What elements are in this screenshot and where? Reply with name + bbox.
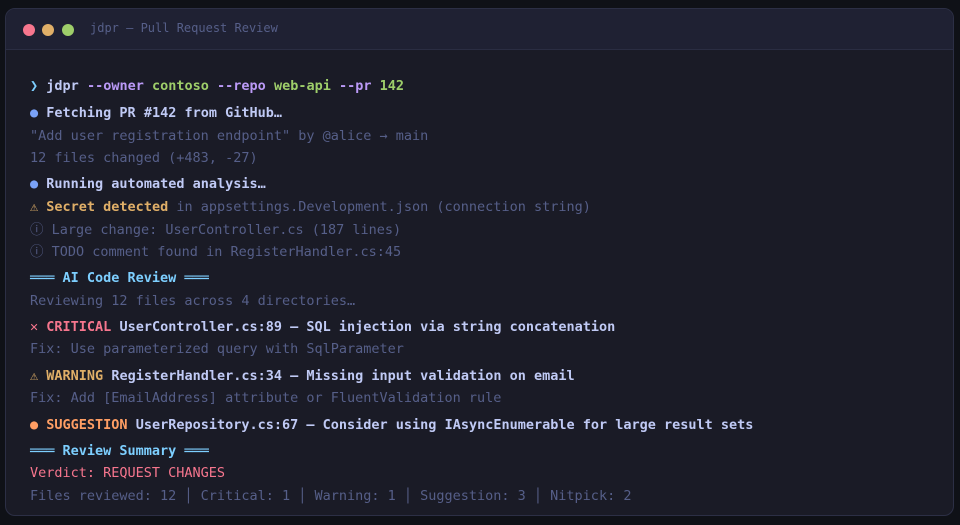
bullet-icon: ● bbox=[30, 417, 39, 433]
terminal-window: jdpr — Pull Request Review ❯ jdpr --owne… bbox=[5, 8, 954, 516]
finding-suggestion: ● SUGGESTION UserRepository.cs:67 — Cons… bbox=[30, 416, 753, 434]
pr-value: 142 bbox=[379, 78, 405, 94]
bullet-icon: ● bbox=[30, 176, 39, 192]
info-text: Large change: UserController.cs (187 lin… bbox=[51, 222, 402, 238]
finding-fix: Fix: Add [EmailAddress] attribute or Flu… bbox=[30, 390, 502, 406]
summary-header: ═══ Review Summary ═══ bbox=[30, 443, 209, 459]
finding-location: RegisterHandler.cs:34 bbox=[111, 368, 283, 384]
bullet-icon: ● bbox=[30, 105, 39, 121]
info-line-large-change: ⓘ Large change: UserController.cs (187 l… bbox=[30, 221, 401, 239]
fetch-status-text: Fetching PR #142 from GitHub… bbox=[46, 105, 282, 121]
ai-review-header: ═══ AI Code Review ═══ bbox=[30, 270, 209, 286]
finding-critical: ✕ CRITICAL UserController.cs:89 — SQL in… bbox=[30, 318, 615, 336]
finding-message: — Missing input validation on email bbox=[282, 368, 575, 384]
severity-label: CRITICAL bbox=[46, 319, 112, 335]
warning-icon: ⚠ bbox=[30, 199, 39, 215]
info-line-todo: ⓘ TODO comment found in RegisterHandler.… bbox=[30, 243, 401, 261]
command-program: jdpr bbox=[46, 78, 79, 94]
pr-flag: --pr bbox=[339, 78, 372, 94]
window-title: jdpr — Pull Request Review bbox=[90, 21, 278, 35]
verdict-line: Verdict: REQUEST CHANGES bbox=[30, 465, 226, 481]
info-text: TODO comment found in RegisterHandler.cs… bbox=[51, 244, 402, 260]
analysis-status-text: Running automated analysis… bbox=[46, 176, 266, 192]
info-icon: ⓘ bbox=[30, 244, 44, 260]
minimize-window-button[interactable] bbox=[42, 24, 54, 36]
close-icon: ✕ bbox=[30, 319, 39, 335]
repo-value: web-api bbox=[273, 78, 331, 94]
repo-flag: --repo bbox=[217, 78, 266, 94]
analysis-status-line: ● Running automated analysis… bbox=[30, 175, 266, 193]
secret-detected-line: ⚠ Secret detected in appsettings.Develop… bbox=[30, 198, 591, 216]
finding-message: — Consider using IAsyncEnumerable for la… bbox=[298, 417, 754, 433]
pr-title-line: "Add user registration endpoint" by @ali… bbox=[30, 128, 429, 144]
fetch-status-line: ● Fetching PR #142 from GitHub… bbox=[30, 104, 282, 122]
finding-message: — SQL injection via string concatenation bbox=[282, 319, 616, 335]
prompt-icon: ❯ bbox=[30, 78, 39, 94]
secret-detail: in appsettings.Development.json (connect… bbox=[168, 199, 591, 215]
finding-location: UserController.cs:89 bbox=[119, 319, 283, 335]
warning-icon: ⚠ bbox=[30, 368, 39, 384]
files-changed-line: 12 files changed (+483, -27) bbox=[30, 150, 258, 166]
finding-fix: Fix: Use parameterized query with SqlPar… bbox=[30, 341, 404, 357]
owner-value: contoso bbox=[151, 78, 209, 94]
secret-label: Secret detected bbox=[46, 199, 169, 215]
close-window-button[interactable] bbox=[23, 24, 35, 36]
owner-flag: --owner bbox=[86, 78, 144, 94]
title-bar: jdpr — Pull Request Review bbox=[6, 9, 953, 50]
maximize-window-button[interactable] bbox=[62, 24, 74, 36]
finding-warning: ⚠ WARNING RegisterHandler.cs:34 — Missin… bbox=[30, 367, 575, 385]
severity-label: WARNING bbox=[46, 368, 104, 384]
finding-location: UserRepository.cs:67 bbox=[135, 417, 299, 433]
info-icon: ⓘ bbox=[30, 222, 44, 238]
command-line: ❯ jdpr --owner contoso --repo web-api --… bbox=[30, 77, 404, 95]
severity-label: SUGGESTION bbox=[46, 417, 128, 433]
summary-stats: Files reviewed: 12 │ Critical: 1 │ Warni… bbox=[30, 488, 632, 504]
reviewing-status: Reviewing 12 files across 4 directories… bbox=[30, 293, 356, 309]
